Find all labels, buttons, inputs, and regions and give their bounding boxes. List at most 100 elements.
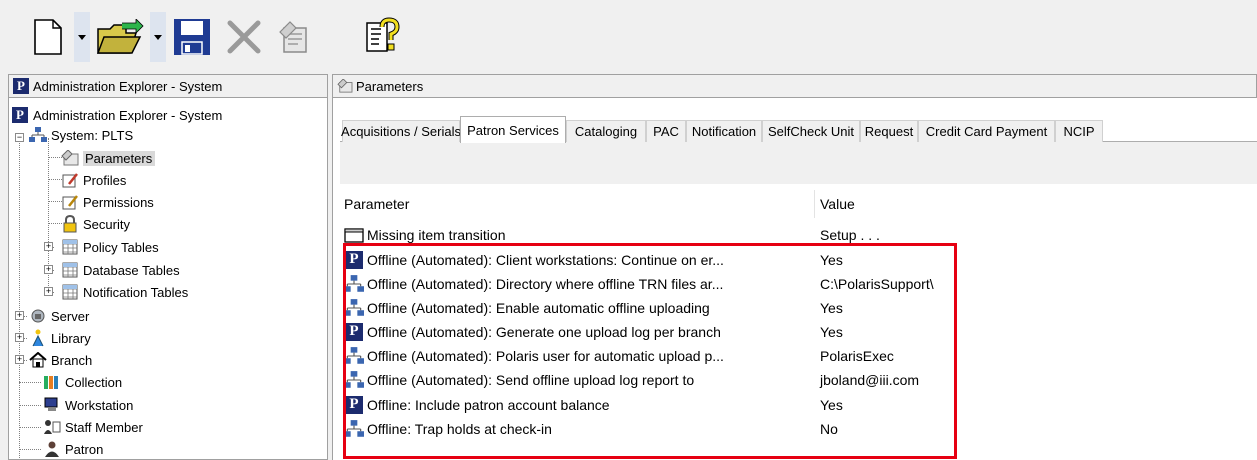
tree-item-notification-tables[interactable]: Notification Tables: [61, 281, 188, 303]
column-header-value[interactable]: Value: [820, 196, 855, 212]
tree-item-label: Server: [51, 308, 90, 324]
parameter-name: Missing item transition: [367, 226, 506, 243]
tree-item-staff-member[interactable]: Staff Member: [43, 416, 143, 438]
column-header-row: Parameter Value: [340, 190, 1257, 218]
tab-request[interactable]: Request: [860, 120, 918, 142]
parameter-name: Offline (Automated): Send offline upload…: [367, 371, 695, 388]
collapse-system-icon[interactable]: −: [15, 133, 24, 142]
home-icon: [29, 351, 47, 369]
expand-server-icon[interactable]: +: [15, 311, 24, 320]
save-icon[interactable]: [170, 14, 214, 60]
table-row[interactable]: Offline (Automated): Send offline upload…: [340, 368, 1257, 391]
parameter-name: Offline: Trap holds at check-in: [367, 420, 552, 437]
tree-item-database-tables[interactable]: Database Tables: [61, 259, 180, 281]
table-row[interactable]: P Offline (Automated): Generate one uploa…: [340, 320, 1257, 343]
tree-item-label: Database Tables: [83, 262, 180, 278]
tree-item-label: Workstation: [65, 397, 134, 413]
network-icon: [344, 370, 364, 390]
library-icon: [29, 329, 47, 347]
parameter-name: Offline (Automated): Generate one upload…: [367, 323, 721, 340]
new-dropdown-button[interactable]: [74, 12, 90, 62]
tree-item-permissions[interactable]: Permissions: [61, 191, 154, 213]
tab-notification[interactable]: Notification: [686, 120, 762, 142]
tree-item-root[interactable]: P Administration Explorer - System: [11, 104, 222, 126]
delete-icon[interactable]: [222, 14, 266, 60]
tree-item-label: Collection: [65, 374, 123, 390]
column-divider[interactable]: [814, 190, 815, 218]
tab-strip: Acquisitions / Serials Patron Services C…: [340, 116, 1257, 143]
parameter-value: C:\PolarisSupport\: [820, 275, 934, 292]
polaris-p-icon: P: [345, 322, 363, 341]
open-folder-icon[interactable]: [95, 14, 145, 60]
whats-this-help-icon[interactable]: [360, 14, 404, 60]
expand-notification-tables-icon[interactable]: +: [44, 287, 53, 296]
polaris-p-icon: P: [12, 107, 28, 123]
tree-item-library[interactable]: Library: [29, 327, 91, 349]
network-icon: [344, 419, 364, 439]
tree-item-profiles[interactable]: Profiles: [61, 169, 126, 191]
table-row[interactable]: P Offline: Include patron account balance…: [340, 393, 1257, 416]
tree-item-label: Staff Member: [65, 419, 143, 435]
tree-item-workstation[interactable]: Workstation: [43, 394, 133, 416]
tree-item-server[interactable]: Server: [29, 305, 89, 327]
tab-patron-services[interactable]: Patron Services: [460, 116, 566, 143]
parameter-name: Offline (Automated): Client workstations…: [367, 251, 724, 268]
table-row[interactable]: P Offline (Automated): Client workstation…: [340, 248, 1257, 271]
parameter-value: PolarisExec: [820, 347, 894, 364]
tree-item-label: Branch: [51, 352, 93, 368]
tree-item-patron[interactable]: Patron: [43, 438, 104, 459]
column-header-parameter[interactable]: Parameter: [344, 196, 409, 212]
parameter-name: Offline (Automated): Polaris user for au…: [367, 347, 724, 364]
tree-item-label: Policy Tables: [83, 239, 159, 255]
parameter-value: Yes: [820, 251, 843, 268]
tab-credit-card-payment[interactable]: Credit Card Payment: [918, 120, 1055, 142]
tree-item-system[interactable]: System: PLTS: [29, 124, 133, 146]
network-icon: [29, 126, 47, 144]
administration-explorer-tree[interactable]: P Administration Explorer - System − Sys…: [8, 98, 328, 460]
tab-selfcheck-unit[interactable]: SelfCheck Unit: [762, 120, 860, 142]
expand-library-icon[interactable]: +: [15, 333, 24, 342]
tree-item-collection[interactable]: Collection: [43, 371, 122, 393]
tab-ncip[interactable]: NCIP: [1055, 120, 1103, 142]
parameter-name: Offline (Automated): Directory where off…: [367, 275, 724, 292]
tree-item-label: Parameters: [83, 150, 156, 166]
right-pane-header: Parameters: [332, 74, 1257, 98]
table-row[interactable]: Offline (Automated): Enable automatic of…: [340, 296, 1257, 319]
tree-item-parameters[interactable]: Parameters: [61, 147, 156, 169]
table-row[interactable]: Missing item transition Setup . . .: [340, 223, 1257, 246]
parameter-value: jboland@iii.com: [820, 371, 920, 388]
left-pane-header: P Administration Explorer - System: [8, 74, 328, 98]
workstation-icon: [43, 396, 61, 414]
open-dropdown-button[interactable]: [150, 12, 166, 62]
toolbar: [0, 0, 1257, 72]
network-icon: [344, 346, 364, 366]
folder-icon: [344, 225, 364, 245]
table-row[interactable]: Offline (Automated): Polaris user for au…: [340, 344, 1257, 367]
table-icon: [61, 238, 79, 256]
properties-icon[interactable]: [272, 14, 316, 60]
parameters-icon: [337, 79, 353, 93]
polaris-p-icon: P: [13, 78, 29, 94]
expand-database-tables-icon[interactable]: +: [44, 265, 53, 274]
tab-pac[interactable]: PAC: [646, 120, 686, 142]
expand-branch-icon[interactable]: +: [15, 355, 24, 364]
parameters-icon: [61, 149, 79, 167]
tree-item-policy-tables[interactable]: Policy Tables: [61, 236, 159, 258]
new-document-icon[interactable]: [28, 14, 68, 60]
parameter-value: Yes: [820, 299, 843, 316]
table-row[interactable]: Offline (Automated): Directory where off…: [340, 272, 1257, 295]
left-pane-title: Administration Explorer - System: [33, 78, 223, 94]
tree-item-label: Patron: [65, 441, 104, 457]
tree-item-branch[interactable]: Branch: [29, 349, 92, 371]
table-row[interactable]: Offline: Trap holds at check-in No: [340, 417, 1257, 440]
staff-member-icon: [43, 418, 61, 436]
tab-cataloging[interactable]: Cataloging: [566, 120, 646, 142]
tree-item-security[interactable]: Security: [61, 213, 130, 235]
tree-item-label: Permissions: [83, 194, 154, 210]
server-icon: [29, 307, 47, 325]
right-pane-title: Parameters: [356, 78, 424, 94]
tab-acquisitions-serials[interactable]: Acquisitions / Serials: [341, 120, 461, 142]
table-icon: [61, 261, 79, 279]
parameter-value: Setup . . .: [820, 226, 880, 243]
expand-policy-tables-icon[interactable]: +: [44, 242, 53, 251]
